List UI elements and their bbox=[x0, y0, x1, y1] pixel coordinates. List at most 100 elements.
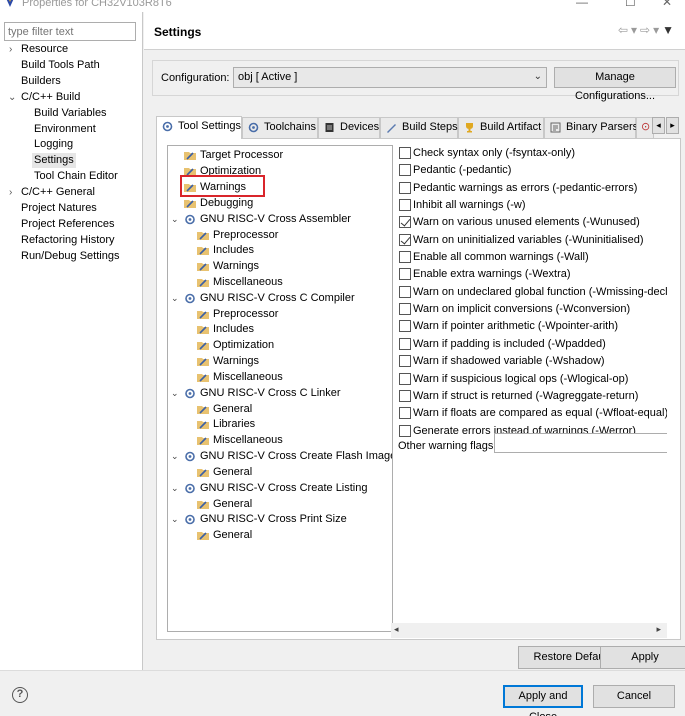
manage-configurations-button[interactable]: Manage Configurations... bbox=[554, 67, 676, 102]
view-menu-icon[interactable]: ▼ bbox=[662, 23, 677, 37]
tool-settings-icon bbox=[162, 121, 173, 132]
checkbox-checked[interactable] bbox=[399, 234, 411, 246]
settings-folder-icon bbox=[197, 374, 209, 382]
collapse-arrow-icon[interactable]: ⌄ bbox=[171, 291, 179, 306]
checkbox-checked[interactable] bbox=[399, 216, 411, 228]
nav-item-build-tools-path[interactable]: Build Tools Path bbox=[21, 58, 100, 73]
tab-devices[interactable]: Devices bbox=[318, 117, 380, 138]
collapse-arrow-icon[interactable]: ⌄ bbox=[171, 449, 179, 464]
app-logo-icon bbox=[6, 0, 14, 7]
settings-folder-icon bbox=[197, 326, 209, 334]
settings-folder-icon bbox=[197, 406, 209, 414]
settings-folder-icon bbox=[197, 279, 209, 287]
expand-arrow-icon[interactable]: › bbox=[9, 42, 12, 57]
checkbox[interactable] bbox=[399, 286, 411, 298]
tab-build-steps[interactable]: Build Steps bbox=[380, 117, 458, 138]
checkbox[interactable] bbox=[399, 425, 411, 437]
settings-folder-icon bbox=[197, 342, 209, 350]
filter-input[interactable] bbox=[4, 22, 136, 41]
checkbox[interactable] bbox=[399, 199, 411, 211]
nav-item-run-debug-settings[interactable]: Run/Debug Settings bbox=[21, 249, 119, 264]
settings-tabs: Tool Settings Toolchains Devices Build S… bbox=[156, 116, 681, 139]
history-nav: ⇦▾⇨▾▼ bbox=[618, 23, 677, 37]
nav-item-builders[interactable]: Builders bbox=[21, 74, 61, 89]
tab-build-artifact[interactable]: Build Artifact bbox=[458, 117, 544, 138]
close-icon[interactable]: ✕ bbox=[662, 0, 672, 9]
scroll-left-icon[interactable]: ◂ bbox=[394, 624, 399, 635]
checkbox[interactable] bbox=[399, 182, 411, 194]
nav-item-cpp-build[interactable]: C/C++ Build bbox=[21, 90, 80, 105]
horizontal-scrollbar[interactable]: ◂ ▸ bbox=[391, 623, 667, 638]
nav-item-resource[interactable]: Resource bbox=[21, 42, 68, 57]
build-steps-icon bbox=[387, 124, 396, 133]
checkbox[interactable] bbox=[399, 338, 411, 350]
collapse-arrow-icon[interactable]: ⌄ bbox=[171, 481, 179, 496]
page-header: Settings ⇦▾⇨▾▼ bbox=[144, 12, 685, 50]
expand-arrow-icon[interactable]: › bbox=[9, 185, 12, 200]
back-arrow-icon[interactable]: ⇦ bbox=[618, 23, 631, 37]
settings-folder-icon bbox=[197, 469, 209, 477]
configuration-select[interactable]: obj [ Active ] ⌄ bbox=[233, 67, 547, 88]
cancel-button[interactable]: Cancel bbox=[593, 685, 675, 708]
checkbox[interactable] bbox=[399, 164, 411, 176]
settings-folder-icon bbox=[197, 247, 209, 255]
tool-settings-panel: Target Processor Optimization Warnings D… bbox=[156, 138, 681, 640]
nav-item-project-natures[interactable]: Project Natures bbox=[21, 201, 97, 216]
help-icon[interactable]: ? bbox=[12, 687, 28, 703]
warning-options: Check syntax only (-fsyntax-only) Pedant… bbox=[398, 147, 667, 453]
tab-binary-parsers[interactable]: Binary Parsers bbox=[544, 117, 638, 138]
minimize-icon[interactable]: — bbox=[576, 0, 588, 9]
checkbox[interactable] bbox=[399, 268, 411, 280]
tool-settings-tree: Target Processor Optimization Warnings D… bbox=[167, 145, 393, 632]
back-menu-icon[interactable]: ▾ bbox=[631, 23, 640, 37]
left-pane: › Resource Build Tools Path Builders ⌄ C… bbox=[0, 12, 143, 670]
scroll-right-icon[interactable]: ▸ bbox=[656, 624, 661, 635]
collapse-arrow-icon[interactable]: ⌄ bbox=[171, 212, 179, 227]
tool-icon bbox=[185, 214, 195, 225]
window-title: Properties for CH32V103R8T6 bbox=[22, 0, 172, 9]
settings-folder-icon bbox=[197, 358, 209, 366]
checkbox[interactable] bbox=[399, 303, 411, 315]
nav-item-build-variables[interactable]: Build Variables bbox=[34, 106, 107, 121]
settings-folder-icon bbox=[184, 152, 196, 160]
checkbox[interactable] bbox=[399, 355, 411, 367]
checkbox[interactable] bbox=[399, 147, 411, 159]
tool-icon bbox=[185, 483, 195, 494]
checkbox[interactable] bbox=[399, 251, 411, 263]
nav-item-cpp-general[interactable]: C/C++ General bbox=[21, 185, 95, 200]
tool-icon bbox=[185, 514, 195, 525]
collapse-arrow-icon[interactable]: ⌄ bbox=[171, 512, 179, 527]
toolchains-icon bbox=[248, 122, 259, 133]
tool-icon bbox=[185, 388, 195, 399]
checkbox[interactable] bbox=[399, 373, 411, 385]
nav-item-environment[interactable]: Environment bbox=[34, 122, 96, 137]
nav-item-refactoring-history[interactable]: Refactoring History bbox=[21, 233, 115, 248]
forward-arrow-icon[interactable]: ⇨ bbox=[640, 23, 653, 37]
chevron-down-icon: ⌄ bbox=[533, 71, 542, 82]
forward-menu-icon[interactable]: ▾ bbox=[653, 23, 662, 37]
tool-icon bbox=[185, 451, 195, 462]
checkbox[interactable] bbox=[399, 320, 411, 332]
apply-button[interactable]: Apply bbox=[600, 646, 685, 669]
binary-parser-icon bbox=[550, 122, 561, 133]
other-warning-flags-input[interactable] bbox=[494, 433, 667, 453]
maximize-icon[interactable]: ☐ bbox=[625, 0, 636, 9]
nav-item-settings[interactable]: Settings bbox=[32, 153, 76, 168]
settings-folder-icon bbox=[197, 232, 209, 240]
nav-item-project-references[interactable]: Project References bbox=[21, 217, 115, 232]
configuration-value: obj [ Active ] bbox=[238, 71, 298, 83]
settings-folder-icon bbox=[197, 501, 209, 509]
other-warning-flags-label: Other warning flags bbox=[398, 440, 494, 452]
tab-scroll-left-button[interactable]: ◂ bbox=[652, 117, 665, 134]
apply-and-close-button[interactable]: Apply and Close bbox=[503, 685, 583, 716]
settings-folder-icon bbox=[184, 200, 196, 208]
tab-tool-settings[interactable]: Tool Settings bbox=[156, 116, 242, 139]
tab-scroll-right-button[interactable]: ▸ bbox=[666, 117, 679, 134]
nav-item-tool-chain-editor[interactable]: Tool Chain Editor bbox=[34, 169, 118, 184]
checkbox[interactable] bbox=[399, 390, 411, 402]
collapse-arrow-icon[interactable]: ⌄ bbox=[171, 386, 179, 401]
checkbox[interactable] bbox=[399, 407, 411, 419]
collapse-arrow-icon[interactable]: ⌄ bbox=[8, 90, 16, 105]
nav-item-logging[interactable]: Logging bbox=[34, 137, 73, 152]
tab-toolchains[interactable]: Toolchains bbox=[242, 117, 318, 138]
